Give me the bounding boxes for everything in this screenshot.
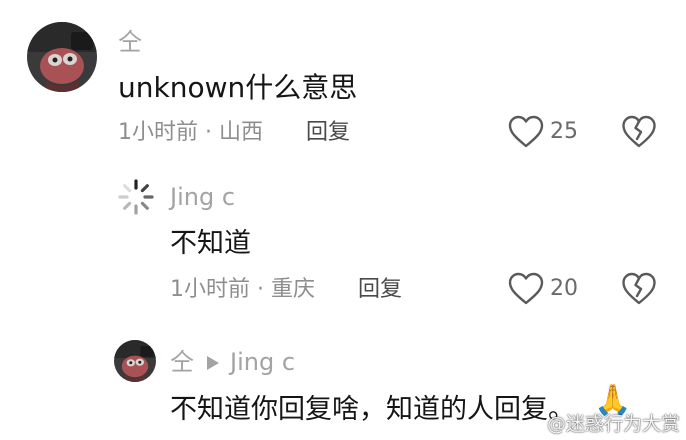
comment-username[interactable]: 仝	[118, 30, 142, 54]
like-count: 20	[550, 276, 578, 301]
like-count: 25	[550, 119, 578, 144]
comment-meta: 1小时前 · 山西	[118, 120, 263, 145]
broken-heart-icon	[622, 115, 656, 148]
avatar-icon	[114, 340, 156, 382]
comment-text: unknown什么意思	[118, 71, 358, 104]
dislike-button[interactable]	[622, 272, 656, 310]
reply-button[interactable]: 回复	[306, 122, 350, 144]
broken-heart-icon	[622, 272, 656, 305]
avatar-icon	[27, 22, 97, 92]
loading-spinner-avatar-icon	[118, 179, 154, 215]
watermark: @迷惑行为大赏	[546, 413, 680, 435]
dislike-button[interactable]	[622, 115, 656, 153]
comment-meta: 1小时前 · 重庆	[170, 277, 315, 302]
like-button[interactable]: 20	[508, 272, 578, 306]
like-button[interactable]: 25	[508, 115, 578, 149]
avatar[interactable]	[27, 22, 97, 92]
heart-outline-icon	[508, 272, 544, 305]
reply-button[interactable]: 回复	[358, 279, 402, 301]
play-triangle-icon	[207, 356, 219, 370]
reply-item: Jing c 不知道 1小时前 · 重庆 回复 20	[0, 160, 686, 310]
comment-item: 仝 unknown什么意思 1小时前 · 山西 回复 25	[0, 0, 686, 160]
emoji: 🙏	[594, 383, 632, 418]
comment-text: 不知道	[170, 228, 251, 259]
comment-username[interactable]: Jing c	[170, 185, 235, 209]
reply-to-username[interactable]: Jing c	[230, 350, 295, 374]
avatar[interactable]	[116, 177, 156, 217]
comment-username[interactable]: 仝	[170, 350, 194, 374]
avatar[interactable]	[114, 340, 156, 382]
comment-text: 不知道你回复啥，知道的人回复。	[170, 394, 575, 425]
heart-outline-icon	[508, 115, 544, 148]
